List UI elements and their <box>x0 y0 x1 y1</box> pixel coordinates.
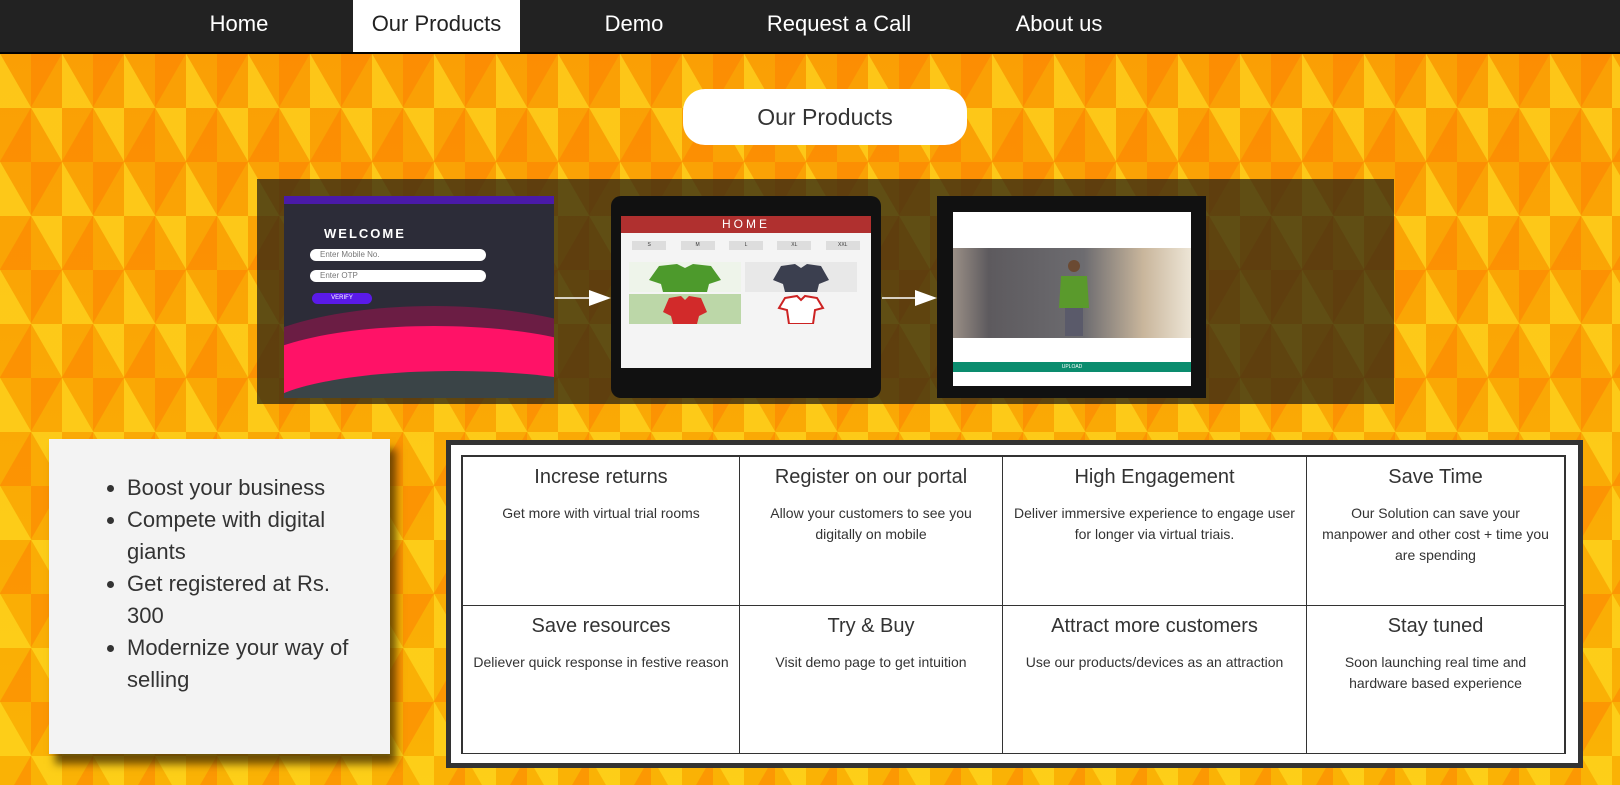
feature-desc: Allow your customers to see you digitall… <box>770 505 972 542</box>
section-title: Our Products <box>683 89 967 145</box>
feature-cell: Stay tuned Soon launching real time and … <box>1306 605 1565 754</box>
feature-cell: Save resources Deliever quick response i… <box>462 605 740 754</box>
nav-home[interactable]: Home <box>194 0 284 52</box>
white-shirt-image <box>745 294 857 324</box>
features-grid: Increse returns Get more with virtual tr… <box>461 455 1566 754</box>
green-shirt-image <box>629 262 741 292</box>
mobile-field: Enter Mobile No. <box>310 249 486 261</box>
home-screenshot: HOME S M L XL XXL <box>611 196 881 398</box>
nav-our-products[interactable]: Our Products <box>353 0 520 52</box>
otp-field: Enter OTP <box>310 270 486 282</box>
home-header: HOME <box>621 216 871 233</box>
feature-title: Stay tuned <box>1387 615 1484 637</box>
features-panel: Increse returns Get more with virtual tr… <box>446 440 1583 768</box>
feature-desc: Our Solution can save your manpower and … <box>1322 505 1549 563</box>
feature-title: Save Time <box>1388 466 1483 488</box>
benefits-list: Boost your business Compete with digital… <box>127 472 370 696</box>
feature-desc: Get more with virtual trial rooms <box>502 505 700 521</box>
checked-shirt-image <box>745 262 857 292</box>
feature-desc: Deliver immersive experience to engage u… <box>1014 505 1295 542</box>
list-item: Get registered at Rs. 300 <box>127 568 370 632</box>
feature-title: Save resources <box>531 615 671 637</box>
feature-title: High Engagement <box>1074 466 1235 488</box>
feature-title: Increse returns <box>534 466 668 488</box>
feature-desc: Use our products/devices as an attractio… <box>1025 654 1284 670</box>
person-figure <box>1059 260 1089 336</box>
feature-cell: Register on our portal Allow your custom… <box>739 456 1003 606</box>
red-shirt-image <box>629 294 741 324</box>
arrow-right-icon <box>882 290 937 306</box>
feature-desc: Soon launching real time and hardware ba… <box>1344 654 1527 691</box>
list-item: Compete with digital giants <box>127 504 370 568</box>
feature-title: Try & Buy <box>827 615 915 637</box>
phone-display: UPLOAD <box>953 212 1191 386</box>
feature-cell: High Engagement Deliver immersive experi… <box>1002 456 1307 606</box>
feature-cell: Save Time Our Solution can save your man… <box>1306 456 1565 606</box>
feature-cell: Try & Buy Visit demo page to get intuiti… <box>739 605 1003 754</box>
phone-display: HOME S M L XL XXL <box>621 216 871 368</box>
feature-title: Register on our portal <box>774 466 968 488</box>
verify-button: VERIFY <box>312 293 372 304</box>
list-item: Boost your business <box>127 472 370 504</box>
size-chip: L <box>728 241 763 250</box>
feature-title: Attract more customers <box>1051 615 1258 637</box>
size-selector: S M L XL XXL <box>621 233 871 258</box>
feature-cell: Attract more customers Use our products/… <box>1002 605 1307 754</box>
status-bar <box>284 196 554 204</box>
welcome-text: WELCOME <box>324 226 406 241</box>
tryon-screenshot: UPLOAD <box>937 196 1206 398</box>
feature-desc: Visit demo page to get intuition <box>775 654 967 670</box>
size-chip: M <box>680 241 715 250</box>
size-chip: S <box>632 241 667 250</box>
size-chip: XL <box>777 241 812 250</box>
nav-about-us[interactable]: About us <box>1004 0 1114 52</box>
feature-cell: Increse returns Get more with virtual tr… <box>462 456 740 606</box>
list-item: Modernize your way of selling <box>127 632 370 696</box>
arrow-right-icon <box>555 290 611 306</box>
nav-demo[interactable]: Demo <box>590 0 678 52</box>
nav-request-a-call[interactable]: Request a Call <box>752 0 926 52</box>
benefits-card: Boost your business Compete with digital… <box>49 439 390 754</box>
upload-bar: UPLOAD <box>953 362 1191 372</box>
size-chip: XXL <box>825 241 860 250</box>
feature-desc: Deliever quick response in festive reaso… <box>473 654 729 670</box>
login-screenshot: WELCOME Enter Mobile No. Enter OTP VERIF… <box>284 196 554 398</box>
top-navbar: Home Our Products Demo Request a Call Ab… <box>0 0 1620 54</box>
